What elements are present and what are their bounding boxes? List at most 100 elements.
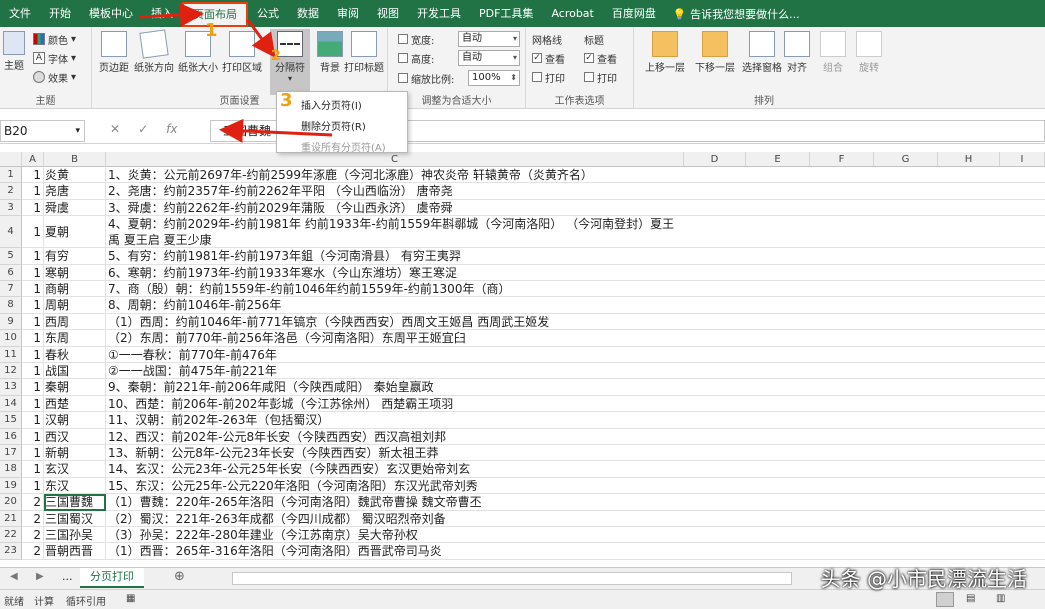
cell-b[interactable]: 西汉 bbox=[44, 428, 106, 445]
cell-a[interactable]: 1 bbox=[22, 330, 44, 347]
cell-a[interactable]: 1 bbox=[22, 183, 44, 200]
fonts-button[interactable]: A 字体 ▾ bbox=[33, 50, 76, 66]
cell-b[interactable]: 夏朝 bbox=[44, 216, 106, 249]
cell-a[interactable]: 1 bbox=[22, 346, 44, 363]
row-header[interactable]: 2 bbox=[0, 183, 22, 200]
row-header[interactable]: 18 bbox=[0, 461, 22, 478]
headings-print-checkbox[interactable]: 打印 bbox=[584, 69, 617, 85]
cell-c[interactable]: 3、舜虞：约前2262年-约前2029年蒲阪 （今山西永济） 虞帝舜 bbox=[106, 200, 684, 217]
group-objects-button[interactable]: 组合 bbox=[816, 31, 850, 74]
macro-record-icon[interactable]: ▦ bbox=[126, 593, 135, 604]
cell-a[interactable]: 1 bbox=[22, 248, 44, 265]
menu-tab[interactable]: 公式 bbox=[248, 0, 288, 27]
empty-cells[interactable] bbox=[684, 265, 1045, 281]
cell-c[interactable]: 5、有穷：约前1981年-约前1973年鉏（今河南滑县） 有穷王夷羿 bbox=[106, 248, 684, 265]
enter-icon[interactable]: ✓ bbox=[138, 122, 148, 136]
cell-a[interactable]: 1 bbox=[22, 216, 44, 249]
remove-page-break-item[interactable]: 删除分页符(R) bbox=[301, 118, 366, 133]
empty-cells[interactable] bbox=[684, 461, 1045, 478]
cell-a[interactable]: 1 bbox=[22, 412, 44, 429]
cell-b[interactable]: 玄汉 bbox=[44, 461, 106, 478]
empty-cells[interactable] bbox=[684, 281, 1045, 298]
menu-tab[interactable]: 文件 bbox=[0, 0, 40, 27]
tell-me-search[interactable]: 💡 告诉我您想要做什么... bbox=[673, 6, 800, 22]
empty-cells[interactable] bbox=[684, 297, 1045, 314]
width-combo[interactable]: 自动 ▾ bbox=[458, 31, 520, 47]
row-header[interactable]: 11 bbox=[0, 346, 22, 363]
cell-c[interactable]: ②一一战国：前475年-前221年 bbox=[106, 363, 684, 380]
row-header[interactable]: 20 bbox=[0, 494, 22, 511]
print-area-button[interactable]: 打印区域 bbox=[222, 31, 262, 74]
menu-tab[interactable]: 开始 bbox=[40, 0, 80, 27]
cell-b[interactable]: 汉朝 bbox=[44, 412, 106, 429]
normal-view-icon[interactable] bbox=[936, 592, 954, 607]
reset-page-breaks-item[interactable]: 重设所有分页符(A) bbox=[301, 139, 386, 154]
insert-page-break-item[interactable]: 插入分页符(I) bbox=[301, 97, 362, 112]
empty-cells[interactable] bbox=[684, 396, 1045, 413]
gridlines-view-checkbox[interactable]: ✓ 查看 bbox=[532, 50, 565, 66]
cell-c[interactable]: 4、夏朝：约前2029年-约前1981年 约前1933年-约前1559年斟鄩城（… bbox=[106, 216, 684, 249]
cell-c[interactable]: 14、玄汉：公元23年-公元25年长安（今陕西西安）玄汉更始帝刘玄 bbox=[106, 461, 684, 478]
cell-b[interactable]: 晋朝西晋 bbox=[44, 543, 106, 560]
cell-a[interactable]: 1 bbox=[22, 281, 44, 298]
height-combo[interactable]: 自动 ▾ bbox=[458, 50, 520, 66]
align-button[interactable]: 对齐 bbox=[780, 31, 814, 74]
row-header[interactable]: 15 bbox=[0, 412, 22, 429]
row-header[interactable]: 10 bbox=[0, 330, 22, 347]
cell-a[interactable]: 1 bbox=[22, 395, 44, 413]
cell-c[interactable]: 6、寒朝：约前1973年-约前1933年寒水（今山东潍坊）寒王寒浞 bbox=[106, 265, 684, 281]
cell-b[interactable]: 舜虞 bbox=[44, 199, 106, 217]
empty-cells[interactable] bbox=[684, 429, 1045, 445]
cell-c[interactable]: 15、东汉：公元25年-公元220年洛阳（今河南洛阳）东汉光武帝刘秀 bbox=[106, 478, 684, 495]
row-header[interactable]: 7 bbox=[0, 281, 22, 298]
cell-b[interactable]: 西周 bbox=[44, 313, 106, 331]
more-sheets-button[interactable]: ... bbox=[62, 570, 73, 583]
menu-tab[interactable]: Acrobat bbox=[542, 0, 602, 27]
empty-cells[interactable] bbox=[684, 412, 1045, 429]
row-header[interactable]: 21 bbox=[0, 510, 22, 527]
cell-c[interactable]: 10、西楚：前206年-前202年彭城（今江苏徐州） 西楚霸王项羽 bbox=[106, 396, 684, 413]
empty-cells[interactable] bbox=[684, 445, 1045, 462]
cell-a[interactable]: 1 bbox=[22, 477, 44, 495]
rotate-button[interactable]: 旋转 bbox=[852, 31, 886, 74]
cell-b[interactable]: 三国曹魏 bbox=[44, 494, 106, 511]
row-header[interactable]: 6 bbox=[0, 264, 22, 281]
cell-c[interactable]: （1）西晋：265年-316年洛阳（今河南洛阳）西晋武帝司马炎 bbox=[106, 543, 684, 560]
menu-tab[interactable]: PDF工具集 bbox=[470, 0, 542, 27]
selection-pane-button[interactable]: 选择窗格 bbox=[738, 31, 786, 74]
cell-c[interactable]: 11、汉朝：前202年-263年（包括蜀汉） bbox=[106, 412, 684, 429]
empty-cells[interactable] bbox=[684, 216, 1045, 249]
themes-button[interactable]: 主题 bbox=[0, 31, 28, 72]
empty-cells[interactable] bbox=[684, 379, 1045, 396]
empty-cells[interactable] bbox=[684, 494, 1045, 511]
cell-a[interactable]: 2 bbox=[22, 527, 44, 544]
empty-cells[interactable] bbox=[684, 478, 1045, 495]
cell-c[interactable]: 7、商（殷）朝：约前1559年-约前1046年约前1559年-约前1300年（商… bbox=[106, 281, 684, 298]
row-header[interactable]: 14 bbox=[0, 395, 22, 413]
empty-cells[interactable] bbox=[684, 527, 1045, 544]
row-header[interactable]: 9 bbox=[0, 313, 22, 331]
row-header[interactable]: 5 bbox=[0, 248, 22, 265]
select-all-corner[interactable] bbox=[0, 152, 22, 167]
column-header[interactable]: E bbox=[746, 152, 810, 167]
menu-tab[interactable]: 插入 bbox=[142, 0, 182, 27]
cell-a[interactable]: 2 bbox=[22, 543, 44, 560]
row-header[interactable]: 3 bbox=[0, 199, 22, 217]
column-header[interactable]: H bbox=[938, 152, 1000, 167]
cell-c[interactable]: 2、尧唐：约前2357年-约前2262年平阳 （今山西临汾） 唐帝尧 bbox=[106, 183, 684, 200]
cell-b[interactable]: 战国 bbox=[44, 363, 106, 380]
menu-tab[interactable]: 视图 bbox=[368, 0, 408, 27]
cell-b[interactable]: 炎黄 bbox=[44, 167, 106, 184]
empty-cells[interactable] bbox=[684, 543, 1045, 560]
row-header[interactable]: 8 bbox=[0, 297, 22, 314]
sheet-tab-active[interactable]: 分页打印 bbox=[80, 568, 144, 588]
menu-tab[interactable]: 数据 bbox=[288, 0, 328, 27]
cell-b[interactable]: 寒朝 bbox=[44, 264, 106, 281]
add-sheet-icon[interactable]: ⊕ bbox=[174, 569, 185, 584]
cell-c[interactable]: （1）西周：约前1046年-前771年镐京（今陕西西安）西周文王姬昌 西周武王姬… bbox=[106, 314, 684, 331]
empty-cells[interactable] bbox=[684, 511, 1045, 527]
cell-c[interactable]: 1、炎黄：公元前2697年-约前2599年涿鹿（今河北涿鹿）神农炎帝 轩辕黄帝（… bbox=[106, 167, 684, 184]
print-titles-button[interactable]: 打印标题 bbox=[344, 31, 384, 74]
cell-c[interactable]: 13、新朝：公元8年-公元23年长安（今陕西西安）新太祖王莽 bbox=[106, 445, 684, 462]
row-header[interactable]: 12 bbox=[0, 363, 22, 380]
